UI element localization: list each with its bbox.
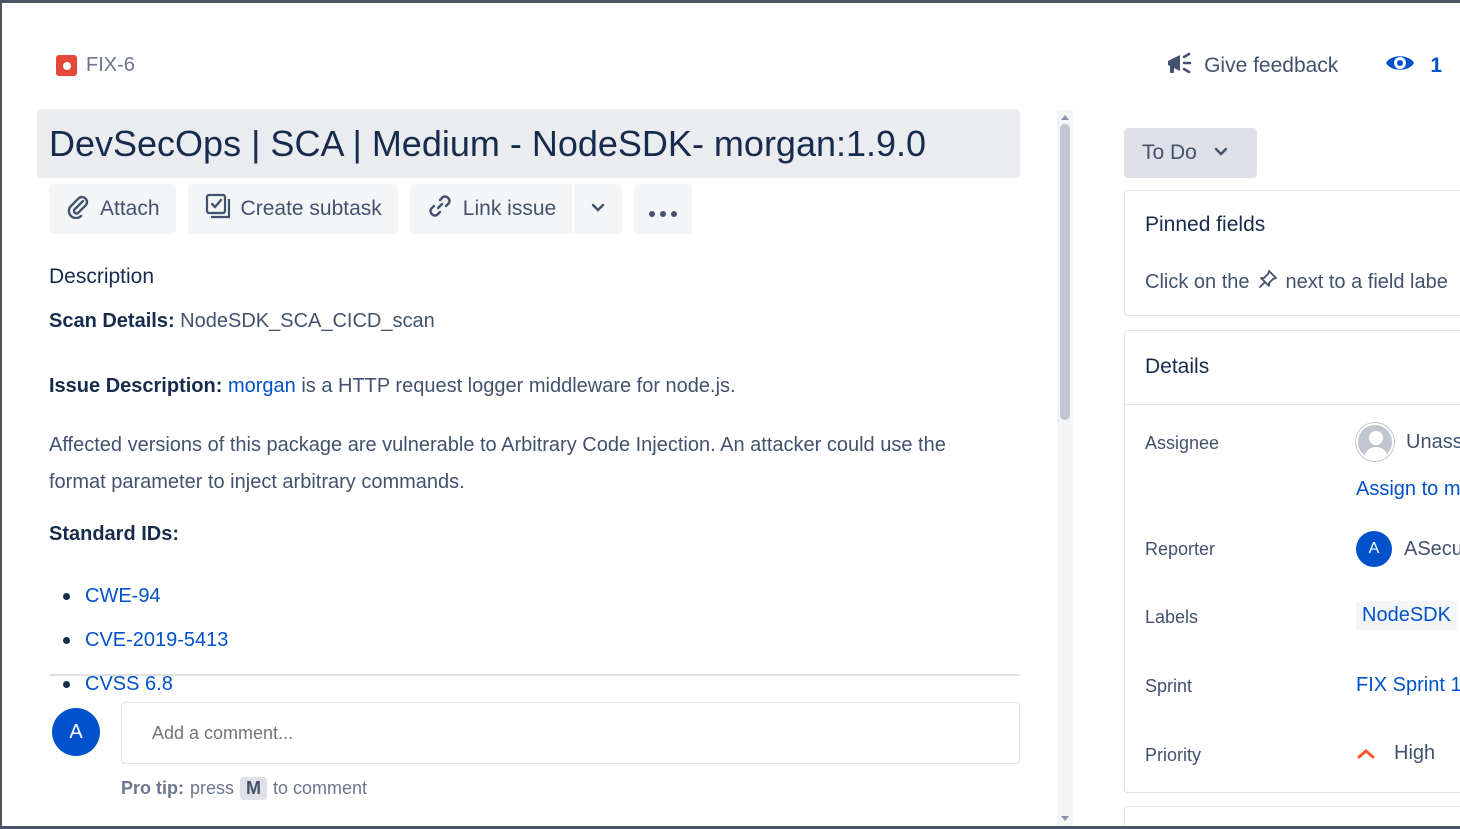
- top-actions: Give feedback 1: [1164, 48, 1460, 83]
- status-dropdown[interactable]: To Do: [1124, 128, 1257, 178]
- give-feedback-label: Give feedback: [1204, 53, 1339, 77]
- scroll-up-arrow[interactable]: [1061, 115, 1069, 120]
- content-scrollbar[interactable]: [1057, 110, 1073, 826]
- issue-description-key: Issue Description:: [49, 375, 223, 397]
- comment-pro-tip: Pro tip: press M to comment: [121, 777, 367, 800]
- description-heading: Description: [49, 265, 155, 288]
- subtask-icon: [204, 192, 232, 226]
- reporter-avatar: A: [1356, 531, 1392, 567]
- labels-label: Labels: [1145, 607, 1199, 627]
- pinned-hint-after: next to a field labe: [1285, 270, 1448, 293]
- morgan-link[interactable]: morgan: [228, 375, 296, 397]
- labels-value[interactable]: NodeSDK: [1356, 601, 1457, 630]
- link-issue-button[interactable]: Link issue: [409, 184, 573, 234]
- priority-label: Priority: [1145, 745, 1202, 765]
- window-frame-left: [0, 0, 2, 829]
- create-subtask-button[interactable]: Create subtask: [187, 184, 398, 234]
- scroll-down-arrow[interactable]: [1061, 816, 1069, 821]
- assignee-value[interactable]: Unass: [1356, 423, 1460, 461]
- create-subtask-label: Create subtask: [240, 197, 382, 220]
- standard-id-link[interactable]: CVE-2019-5413: [63, 618, 1020, 662]
- comment-divider: [49, 674, 1020, 676]
- chevron-down-icon: [590, 197, 606, 221]
- eye-icon: [1384, 51, 1416, 80]
- issue-title-editor[interactable]: DevSecOps | SCA | Medium - NodeSDK- morg…: [37, 109, 1020, 178]
- standard-id-link[interactable]: CWE-94: [63, 574, 1020, 618]
- assign-to-me-link[interactable]: Assign to m: [1356, 478, 1460, 501]
- issue-description: Issue Description: morgan is a HTTP requ…: [49, 368, 1020, 405]
- issue-title[interactable]: DevSecOps | SCA | Medium - NodeSDK- morg…: [49, 123, 1008, 165]
- attach-label: Attach: [100, 197, 160, 220]
- priority-value[interactable]: High: [1356, 742, 1435, 765]
- issue-key-breadcrumb[interactable]: FIX-6: [56, 54, 135, 77]
- megaphone-icon: [1164, 48, 1194, 83]
- issue-key-label[interactable]: FIX-6: [86, 54, 135, 77]
- scan-details: Scan Details: NodeSDK_SCA_CICD_scan: [49, 303, 1020, 340]
- bug-type-icon: [56, 55, 77, 76]
- label-chip[interactable]: NodeSDK: [1356, 601, 1457, 630]
- details-title: Details: [1145, 355, 1210, 378]
- watch-button[interactable]: 1: [1384, 51, 1442, 80]
- comment-input[interactable]: [121, 702, 1020, 764]
- window-frame-top: [0, 0, 1460, 3]
- pin-icon: [1258, 269, 1278, 295]
- link-issue-group: Link issue: [409, 184, 623, 234]
- attach-button[interactable]: Attach: [49, 184, 176, 234]
- assignee-label: Assignee: [1145, 433, 1220, 453]
- standard-ids-list: CWE-94 CVE-2019-5413 CVSS 6.8: [63, 574, 1020, 706]
- more-actions-button[interactable]: [634, 184, 693, 234]
- reporter-label: Reporter: [1145, 539, 1216, 559]
- priority-high-icon: [1356, 747, 1376, 761]
- link-issue-label: Link issue: [462, 197, 557, 220]
- watch-count: 1: [1430, 53, 1442, 77]
- unassigned-avatar-icon: [1356, 423, 1394, 461]
- details-header[interactable]: Details: [1125, 331, 1460, 405]
- link-issue-dropdown-button[interactable]: [574, 184, 623, 234]
- sprint-link[interactable]: FIX Sprint 1: [1356, 674, 1460, 697]
- details-panel: Details Assignee Unass Assign to m Repor…: [1124, 330, 1460, 793]
- scan-details-value: NodeSDK_SCA_CICD_scan: [180, 310, 435, 332]
- scan-details-key: Scan Details:: [49, 310, 175, 332]
- chevron-down-icon: [1213, 141, 1229, 165]
- priority-text: High: [1394, 742, 1436, 764]
- protip-label: Pro tip:: [121, 778, 184, 798]
- link-icon: [426, 192, 454, 226]
- user-avatar: A: [52, 708, 100, 756]
- description-content[interactable]: Description Scan Details: NodeSDK_SCA_CI…: [49, 265, 1020, 706]
- pinned-hint-before: Click on the: [1145, 270, 1250, 293]
- paperclip-icon: [65, 193, 91, 225]
- assignee-name: Unass: [1406, 430, 1460, 453]
- standard-ids-heading: Standard IDs:: [49, 523, 180, 545]
- issue-description-text: is a HTTP request logger middleware for …: [301, 375, 736, 397]
- sprint-label: Sprint: [1145, 676, 1193, 696]
- protip-press: press: [190, 778, 235, 798]
- reporter-value[interactable]: A ASecu: [1356, 531, 1460, 567]
- affected-versions-text: Affected versions of this package are vu…: [49, 434, 946, 493]
- pinned-fields-hint: Click on the next to a field labe: [1145, 269, 1448, 295]
- more-icon: [648, 194, 678, 225]
- issue-toolbar: Attach Create subtask Link issue: [49, 184, 693, 234]
- give-feedback-button[interactable]: Give feedback: [1164, 48, 1338, 83]
- pinned-fields-panel: Pinned fields Click on the next to a fie…: [1124, 190, 1460, 316]
- standard-id-link[interactable]: CVSS 6.8: [63, 662, 1020, 706]
- status-label: To Do: [1142, 141, 1197, 164]
- pinned-fields-title: Pinned fields: [1145, 213, 1266, 236]
- reporter-name: ASecu: [1404, 537, 1460, 560]
- scroll-thumb[interactable]: [1060, 124, 1070, 420]
- shortcut-key: M: [240, 777, 268, 800]
- protip-rest: to comment: [273, 778, 368, 798]
